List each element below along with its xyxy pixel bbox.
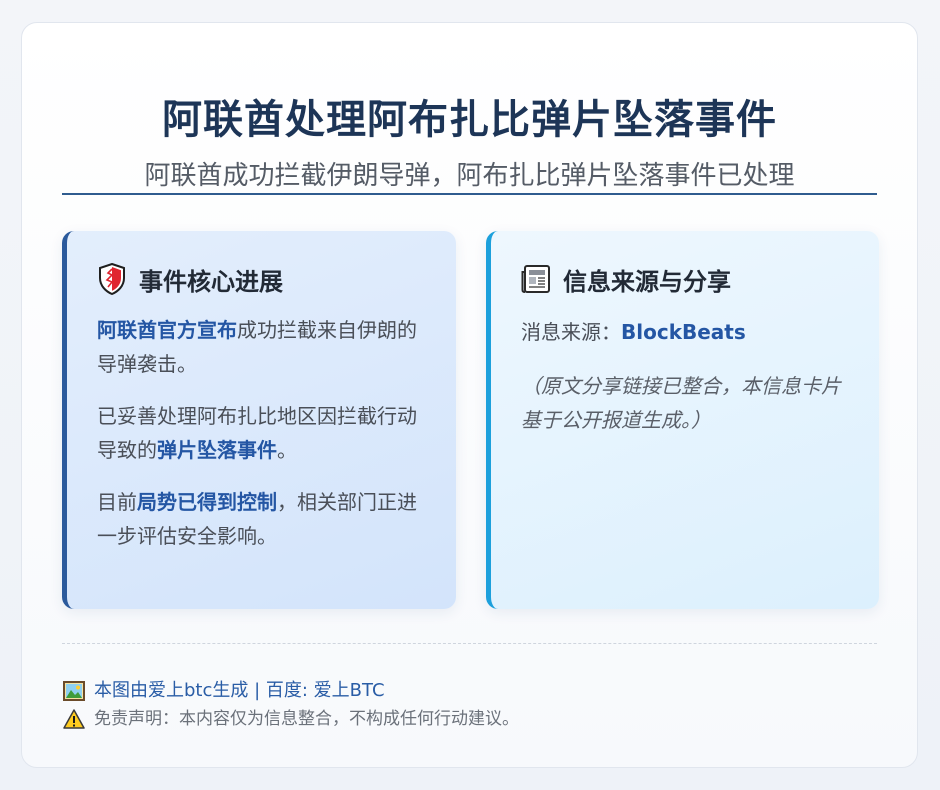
source-name: BlockBeats (621, 320, 746, 344)
source-panel: 信息来源与分享 消息来源：BlockBeats （原文分享链接已整合，本信息卡片… (486, 231, 879, 609)
progress-paragraph-3: 目前局势已得到控制，相关部门正进一步评估安全影响。 (97, 485, 428, 553)
source-line: 消息来源：BlockBeats (521, 315, 851, 349)
credit-text: 本图由爱上btc生成 | 百度: 爱上BTC (94, 680, 385, 701)
highlight-situation-controlled: 局势已得到控制 (137, 490, 277, 514)
paragraph-text: 目前 (97, 490, 137, 514)
credit-row: 本图由爱上btc生成 | 百度: 爱上BTC (62, 677, 519, 705)
shield-icon (97, 263, 127, 295)
disclaimer-text: 免责声明：本内容仅为信息整合，不构成任何行动建议。 (94, 709, 519, 729)
source-heading: 信息来源与分享 (563, 267, 731, 296)
info-card: 阿联酋处理阿布扎比弹片坠落事件 阿联酋成功拦截伊朗导弹，阿布扎比弹片坠落事件已处… (21, 22, 918, 768)
core-progress-panel: 事件核心进展 阿联酋官方宣布成功拦截来自伊朗的导弹袭击。 已妥善处理阿布扎比地区… (62, 231, 456, 609)
title-divider (62, 193, 877, 195)
source-header: 信息来源与分享 (521, 257, 851, 301)
warning-icon (62, 708, 86, 730)
core-progress-header: 事件核心进展 (97, 257, 428, 301)
picture-icon (62, 680, 86, 702)
highlight-shrapnel-event: 弹片坠落事件 (157, 438, 277, 462)
core-progress-heading: 事件核心进展 (139, 267, 283, 296)
newspaper-icon (521, 263, 551, 295)
progress-paragraph-2: 已妥善处理阿布扎比地区因拦截行动导致的弹片坠落事件。 (97, 399, 428, 467)
footer-divider (62, 643, 877, 644)
source-note: （原文分享链接已整合，本信息卡片基于公开报道生成。） (521, 374, 841, 432)
page-title: 阿联酋处理阿布扎比弹片坠落事件 (162, 97, 777, 143)
source-label: 消息来源： (521, 320, 621, 344)
highlight-official-announcement: 阿联酋官方宣布 (97, 318, 237, 342)
progress-paragraph-1: 阿联酋官方宣布成功拦截来自伊朗的导弹袭击。 (97, 313, 428, 381)
page-subtitle: 阿联酋成功拦截伊朗导弹，阿布扎比弹片坠落事件已处理 (144, 161, 795, 191)
paragraph-text: 。 (277, 438, 297, 462)
disclaimer-row: 免责声明：本内容仅为信息整合，不构成任何行动建议。 (62, 705, 519, 733)
footer: 本图由爱上btc生成 | 百度: 爱上BTC 免责声明：本内容仅为信息整合，不构… (62, 677, 519, 733)
